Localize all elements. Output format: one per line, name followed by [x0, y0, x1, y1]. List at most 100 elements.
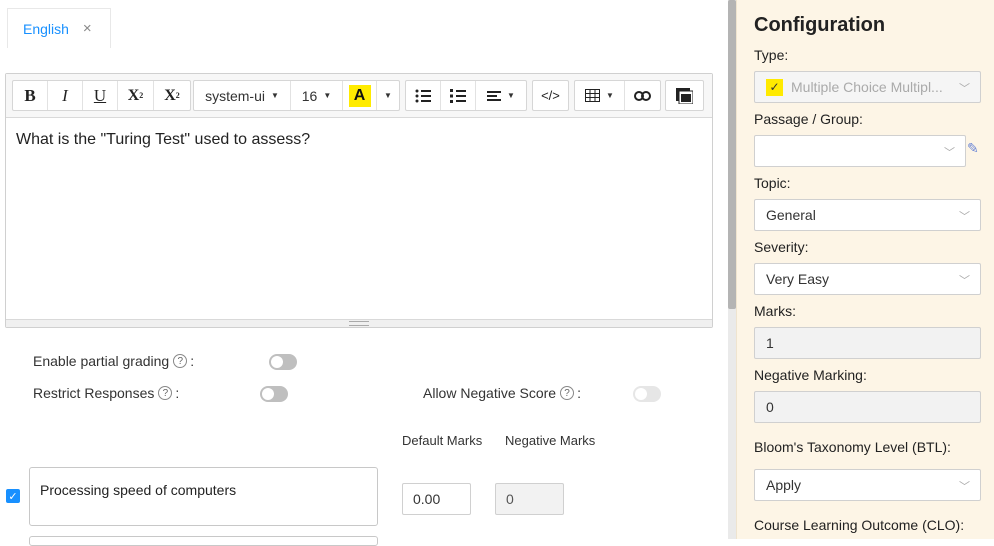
negative-marking-input[interactable]: 0	[754, 391, 981, 423]
editor-resize-handle[interactable]	[6, 319, 712, 327]
partial-grading-toggle[interactable]	[269, 354, 297, 370]
font-group: system-ui ▼ 16 ▼ A ▼	[193, 80, 400, 111]
numbered-list-icon	[450, 88, 466, 103]
chevron-down-icon: ▼	[323, 91, 332, 100]
bullet-list-button[interactable]	[406, 81, 441, 110]
list-group: ▼	[405, 80, 527, 111]
help-icon[interactable]: ?	[173, 354, 188, 368]
image-icon	[676, 87, 693, 104]
subscript-button[interactable]: X2	[154, 81, 190, 110]
format-group: B I U X2 X2	[12, 80, 191, 111]
italic-button[interactable]: I	[48, 81, 83, 110]
severity-label: Severity:	[754, 239, 809, 255]
severity-select[interactable]: Very Easy ﹀	[754, 263, 981, 295]
bullet-list-icon	[415, 89, 431, 102]
font-size-value: 16	[301, 87, 318, 104]
question-editor-pane: English × B I U X2 X2 system-ui ▼ 16 ▼ A…	[0, 0, 728, 546]
allow-negative-label: Allow Negative Score	[423, 385, 557, 401]
btl-label: Bloom's Taxonomy Level (BTL):	[754, 439, 951, 455]
font-size-select[interactable]: 16 ▼	[291, 81, 343, 110]
topic-select[interactable]: General ﹀	[754, 199, 981, 231]
chevron-down-icon: ﹀	[944, 147, 955, 159]
colon: :	[175, 385, 180, 401]
answer-option-input-next[interactable]	[29, 536, 378, 546]
type-value: Multiple Choice Multipl...	[791, 79, 943, 95]
config-title: Configuration	[754, 14, 886, 36]
colon: :	[190, 353, 195, 369]
severity-value: Very Easy	[766, 271, 830, 287]
highlight-color-button[interactable]: A	[343, 81, 377, 110]
link-button[interactable]	[625, 81, 660, 110]
allow-negative-toggle[interactable]	[633, 386, 661, 402]
double-check-icon: ✓	[766, 78, 783, 96]
restrict-responses-row: Restrict Responses ? :	[33, 385, 179, 401]
type-select[interactable]: ✓ Multiple Choice Multipl... ﹀	[754, 71, 981, 103]
numbered-list-button[interactable]	[441, 81, 476, 110]
default-marks-header: Default Marks	[402, 433, 483, 448]
font-family-select[interactable]: system-ui ▼	[194, 81, 291, 110]
colon: :	[577, 385, 581, 401]
editor-toolbar: B I U X2 X2 system-ui ▼ 16 ▼ A ▼ ▼ </> ▼	[6, 74, 712, 118]
align-select[interactable]: ▼	[476, 81, 526, 110]
media-group	[665, 80, 704, 111]
chevron-down-icon: ﹀	[959, 211, 970, 223]
topic-value: General	[766, 207, 816, 223]
passage-select[interactable]: ﹀	[754, 135, 966, 167]
code-view-button[interactable]: </>	[533, 81, 568, 110]
grip-icon	[349, 321, 369, 326]
chevron-down-icon: ▼	[384, 91, 392, 100]
code-group: </>	[532, 80, 569, 111]
align-left-icon	[487, 90, 502, 101]
subscript-icon: X	[164, 86, 176, 104]
chevron-down-icon: ▼	[270, 91, 279, 100]
language-tabbar: English ×	[0, 0, 728, 48]
negative-marks-header: Negative Marks	[505, 433, 596, 448]
allow-negative-row: Allow Negative Score ? :	[423, 385, 581, 401]
chevron-down-icon: ▼	[507, 91, 515, 100]
text-color-icon: A	[348, 84, 371, 107]
help-icon[interactable]: ?	[560, 386, 575, 400]
restrict-responses-toggle[interactable]	[260, 386, 288, 402]
chevron-down-icon: ﹀	[959, 481, 970, 493]
help-icon[interactable]: ?	[158, 386, 173, 400]
highlight-dropdown[interactable]: ▼	[377, 81, 399, 110]
partial-grading-label: Enable partial grading	[33, 353, 170, 369]
main-scrollbar[interactable]	[728, 0, 736, 539]
btl-select[interactable]: Apply ﹀	[754, 469, 981, 501]
font-family-value: system-ui	[205, 87, 265, 104]
chevron-down-icon: ﹀	[959, 83, 970, 95]
partial-grading-row: Enable partial grading ? :	[33, 353, 194, 369]
marks-input[interactable]: 1	[754, 327, 981, 359]
table-button[interactable]: ▼	[575, 81, 625, 110]
close-icon[interactable]: ×	[83, 21, 92, 36]
link-icon	[634, 90, 651, 101]
tab-english[interactable]: English ×	[7, 8, 111, 48]
negative-marking-label: Negative Marking:	[754, 367, 867, 383]
chevron-down-icon: ▼	[606, 91, 614, 100]
marks-label: Marks:	[754, 303, 796, 319]
answer-option-input[interactable]: Processing speed of computers	[29, 467, 378, 526]
superscript-button[interactable]: X2	[118, 81, 154, 110]
tab-label[interactable]: English	[23, 21, 69, 37]
superscript-icon: X	[127, 86, 140, 104]
type-label: Type:	[754, 47, 789, 63]
restrict-responses-label: Restrict Responses	[33, 385, 155, 401]
negative-marks-input[interactable]: 0	[495, 483, 564, 515]
default-marks-input[interactable]: 0.00	[402, 483, 471, 515]
passage-label: Passage / Group:	[754, 111, 863, 127]
chevron-down-icon: ﹀	[959, 275, 970, 287]
clo-label: Course Learning Outcome (CLO):	[754, 517, 965, 533]
configuration-panel: Configuration Type: ✓ Multiple Choice Mu…	[736, 0, 994, 539]
question-text[interactable]: What is the "Turing Test" used to assess…	[16, 131, 310, 149]
underline-button[interactable]: U	[83, 81, 118, 110]
insert-image-button[interactable]	[666, 81, 703, 110]
topic-label: Topic:	[754, 175, 791, 191]
rich-text-editor: B I U X2 X2 system-ui ▼ 16 ▼ A ▼ ▼ </> ▼…	[5, 73, 713, 328]
btl-value: Apply	[766, 477, 802, 493]
correct-answer-checkbox[interactable]: ✓	[6, 489, 20, 503]
scroll-thumb[interactable]	[728, 0, 736, 309]
edit-pencil-icon[interactable]: ✎	[967, 140, 979, 157]
bold-button[interactable]: B	[13, 81, 48, 110]
table-icon	[585, 89, 601, 102]
insert-group: ▼	[574, 80, 661, 111]
